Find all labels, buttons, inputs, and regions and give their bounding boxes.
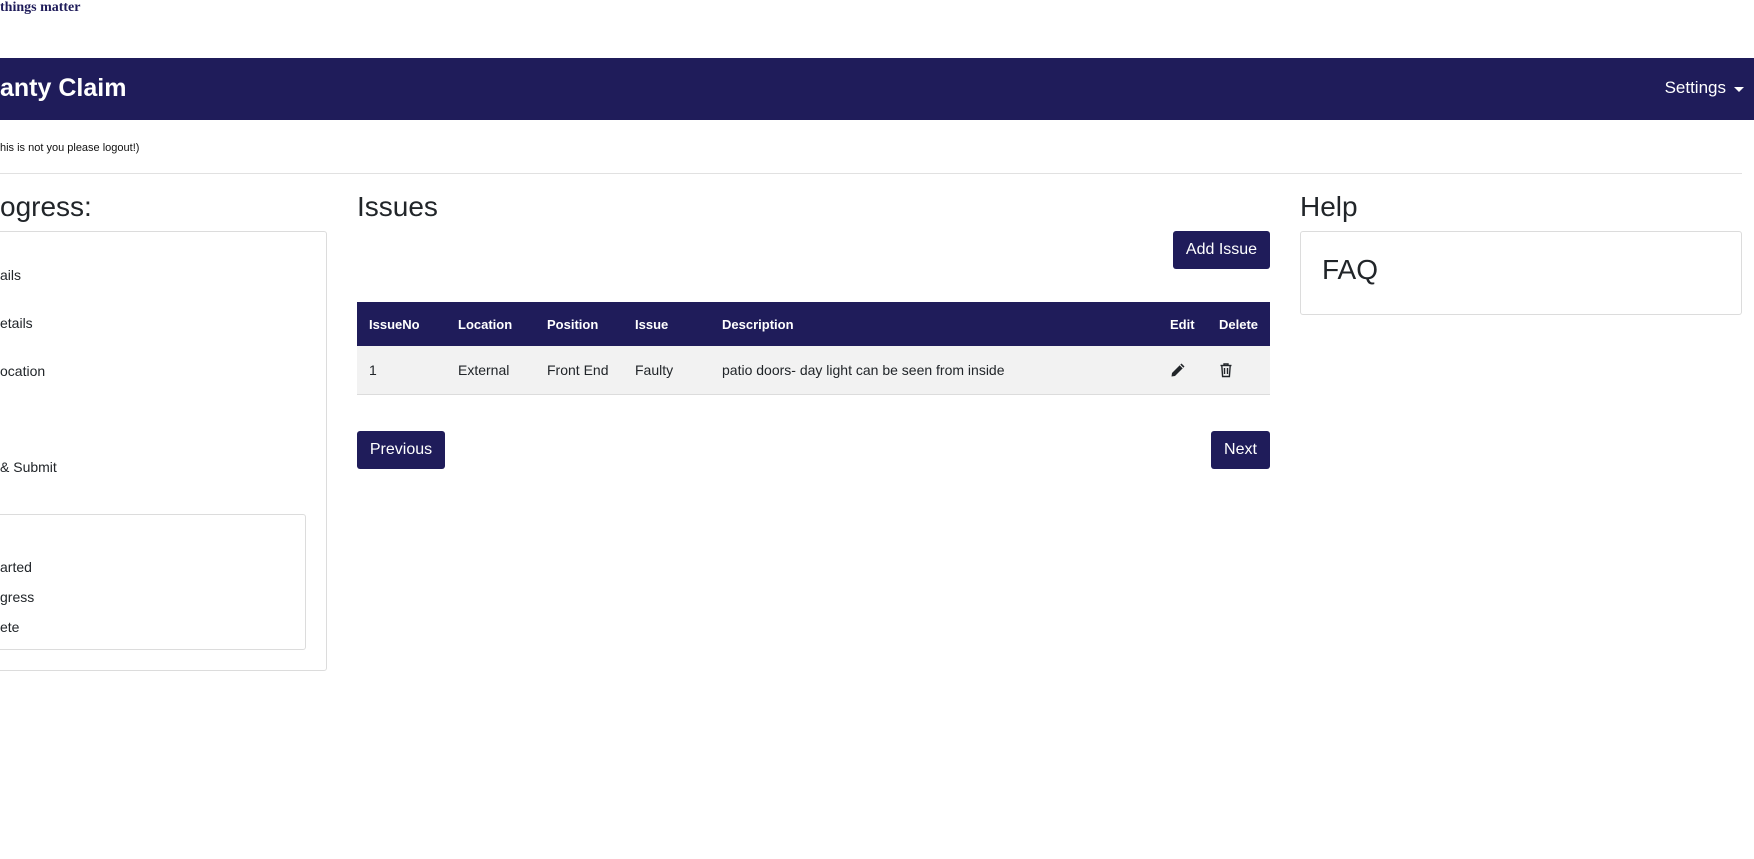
- table-row: 1 External Front End Faulty patio doors-…: [357, 346, 1270, 395]
- issue-location: External: [458, 362, 510, 378]
- issue-position: Front End: [547, 362, 609, 378]
- progress-heading: ogress:: [0, 191, 92, 222]
- settings-label: Settings: [1664, 78, 1726, 97]
- progress-step[interactable]: ails: [0, 267, 21, 283]
- top-navbar: anty Claim Settings: [0, 58, 1754, 120]
- column-header: Delete: [1219, 316, 1259, 332]
- column-header: Issue: [635, 316, 669, 332]
- progress-step[interactable]: etails: [0, 315, 33, 331]
- legend-item: gress: [0, 589, 35, 605]
- column-header: Description: [722, 316, 794, 332]
- column-header: Edit: [1170, 316, 1195, 332]
- column-header: IssueNo: [369, 316, 420, 332]
- settings-dropdown[interactable]: Settings: [1665, 78, 1744, 98]
- issues-table: IssueNo Location Position Issue Descript…: [357, 302, 1270, 395]
- column-header: Location: [458, 316, 513, 332]
- legend-item: arted: [0, 559, 32, 575]
- help-card: FAQ: [1300, 231, 1742, 315]
- trash-icon[interactable]: [1218, 346, 1234, 394]
- divider: [0, 173, 1742, 174]
- add-issue-button[interactable]: Add Issue: [1173, 231, 1270, 269]
- logout-notice: his is not you please logout!): [0, 142, 140, 154]
- legend-item: ete: [0, 619, 20, 635]
- help-heading: Help: [1300, 191, 1358, 222]
- caret-down-icon: [1734, 86, 1744, 92]
- progress-step[interactable]: & Submit: [0, 459, 57, 475]
- table-header: IssueNo Location Position Issue Descript…: [357, 302, 1270, 346]
- brand-tagline: things matter: [0, 0, 81, 15]
- previous-button[interactable]: Previous: [357, 431, 445, 469]
- issues-heading: Issues: [357, 191, 438, 222]
- next-button[interactable]: Next: [1211, 431, 1270, 469]
- status-legend: [0, 514, 306, 650]
- issue-description: patio doors- day light can be seen from …: [722, 362, 1005, 378]
- progress-step[interactable]: ocation: [0, 363, 45, 379]
- column-header: Position: [547, 316, 599, 332]
- faq-link[interactable]: FAQ: [1322, 254, 1378, 286]
- issue-type: Faulty: [635, 362, 674, 378]
- page-title: anty Claim: [0, 74, 127, 102]
- issue-number: 1: [369, 362, 377, 378]
- pencil-icon[interactable]: [1170, 346, 1186, 394]
